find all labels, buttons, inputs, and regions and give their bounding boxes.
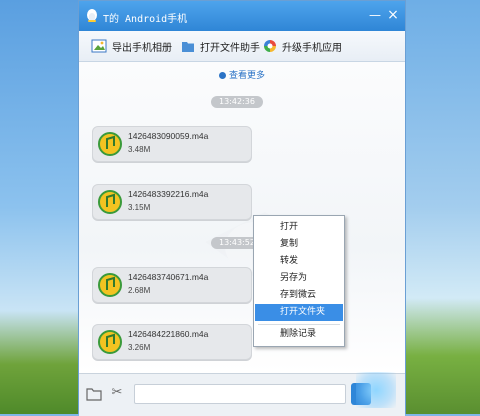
menu-item-save-to-weiyun[interactable]: 存到微云 (255, 287, 343, 304)
menu-item-copy[interactable]: 复制 (255, 236, 343, 253)
file-message[interactable]: 1426483740671.m4a 2.68M (92, 267, 252, 303)
audio-file-icon (98, 273, 122, 297)
file-size: 3.26M (128, 343, 151, 352)
timestamp-1: 13:42:36 (211, 96, 263, 108)
file-assistant-button[interactable]: 打开文件助手 (181, 38, 260, 54)
photo-export-icon (91, 39, 107, 53)
menu-divider (258, 324, 340, 325)
menu-item-save-as[interactable]: 另存为 (255, 270, 343, 287)
qq-penguin-icon (87, 9, 97, 22)
file-name: 1426483740671.m4a (128, 272, 209, 282)
upgrade-apps-button[interactable]: 升级手机应用 (263, 38, 342, 54)
audio-file-icon (98, 190, 122, 214)
view-more-label: 查看更多 (228, 71, 265, 81)
menu-item-forward[interactable]: 转发 (255, 253, 343, 270)
context-menu: 打开 复制 转发 另存为 存到微云 打开文件夹 删除记录 (253, 215, 345, 347)
file-size: 3.48M (128, 145, 151, 154)
message-input[interactable] (134, 384, 346, 404)
title-bar[interactable]: T的 Android手机 — × (79, 1, 405, 31)
file-message[interactable]: 1426483392216.m4a 3.15M (92, 184, 252, 220)
desktop-background-right (406, 0, 480, 414)
window-title: T的 Android手机 (103, 14, 188, 25)
file-size: 3.15M (128, 203, 151, 212)
file-name: 1426483090059.m4a (128, 131, 209, 141)
send-glow (356, 372, 396, 408)
menu-item-open[interactable]: 打开 (255, 219, 343, 236)
audio-file-icon (98, 132, 122, 156)
folder-icon (182, 41, 194, 52)
view-more-link[interactable]: 查看更多 (79, 68, 405, 81)
export-album-button[interactable]: 导出手机相册 (91, 38, 172, 54)
scissors-icon[interactable]: ✂ (109, 385, 125, 401)
clock-icon (218, 72, 226, 79)
minimize-button[interactable]: — (367, 7, 383, 23)
desktop-background-left (0, 0, 78, 414)
file-message[interactable]: 1426483090059.m4a 3.48M (92, 126, 252, 162)
menu-item-delete-record[interactable]: 删除记录 (255, 326, 343, 343)
chat-window: T的 Android手机 — × 导出手机相册 打开文件助手 升级手机应用 查看… (78, 0, 406, 416)
upgrade-apps-label: 升级手机应用 (282, 42, 342, 54)
file-name: 1426484221860.m4a (128, 329, 209, 339)
file-name: 1426483392216.m4a (128, 189, 209, 199)
menu-item-open-folder[interactable]: 打开文件夹 (255, 304, 343, 321)
file-message[interactable]: 1426484221860.m4a 3.26M (92, 324, 252, 360)
chat-area: 查看更多 13:42:36 1426483090059.m4a 3.48M 14… (79, 62, 405, 372)
file-size: 2.68M (128, 286, 151, 295)
audio-file-icon (98, 330, 122, 354)
app-upgrade-icon (264, 40, 276, 52)
file-assistant-label: 打开文件助手 (200, 42, 260, 54)
export-album-label: 导出手机相册 (112, 42, 172, 54)
close-button[interactable]: × (385, 7, 401, 23)
folder-icon[interactable] (86, 386, 102, 402)
toolbar: 导出手机相册 打开文件助手 升级手机应用 (79, 31, 405, 62)
